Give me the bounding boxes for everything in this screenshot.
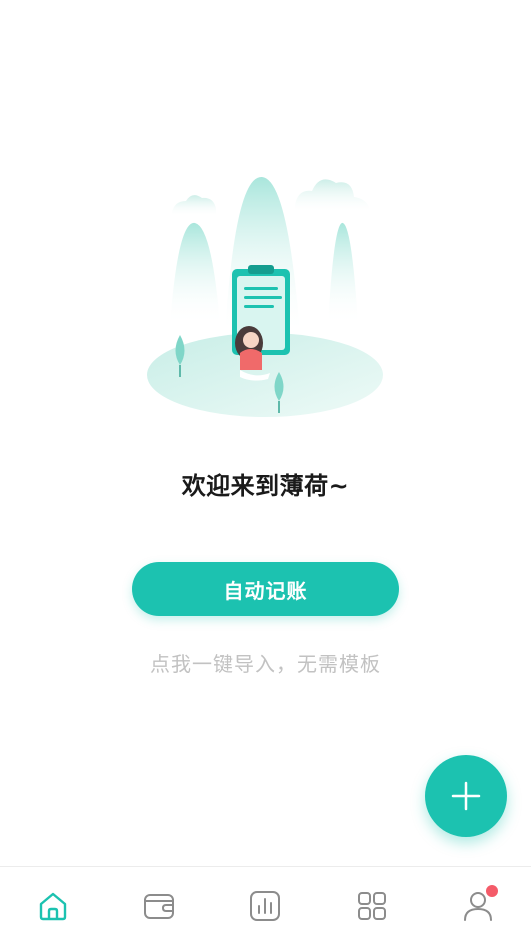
wallet-icon: [144, 894, 175, 919]
notification-badge: [485, 885, 498, 897]
apps-grid-icon: [357, 892, 386, 920]
tab-profile[interactable]: [448, 876, 508, 936]
welcome-title: 欢迎来到薄荷~: [181, 472, 350, 500]
welcome-illustration: [140, 165, 390, 425]
auto-bookkeeping-button[interactable]: 自动记账: [132, 562, 399, 616]
tab-statistics[interactable]: [235, 876, 295, 936]
bottom-tab-bar: [0, 866, 531, 944]
add-record-button[interactable]: [425, 755, 507, 837]
tab-wallet[interactable]: [129, 876, 189, 936]
chart-icon: [250, 891, 281, 921]
plus-icon: [451, 781, 481, 811]
home-screen: 欢迎来到薄荷~ 自动记账 点我一键导入，无需模板: [0, 0, 531, 944]
home-icon: [39, 892, 67, 921]
empty-state-illustration: [147, 176, 383, 417]
tab-apps[interactable]: [342, 876, 402, 936]
import-hint-text[interactable]: 点我一键导入，无需模板: [0, 648, 531, 677]
tab-home[interactable]: [23, 876, 83, 936]
